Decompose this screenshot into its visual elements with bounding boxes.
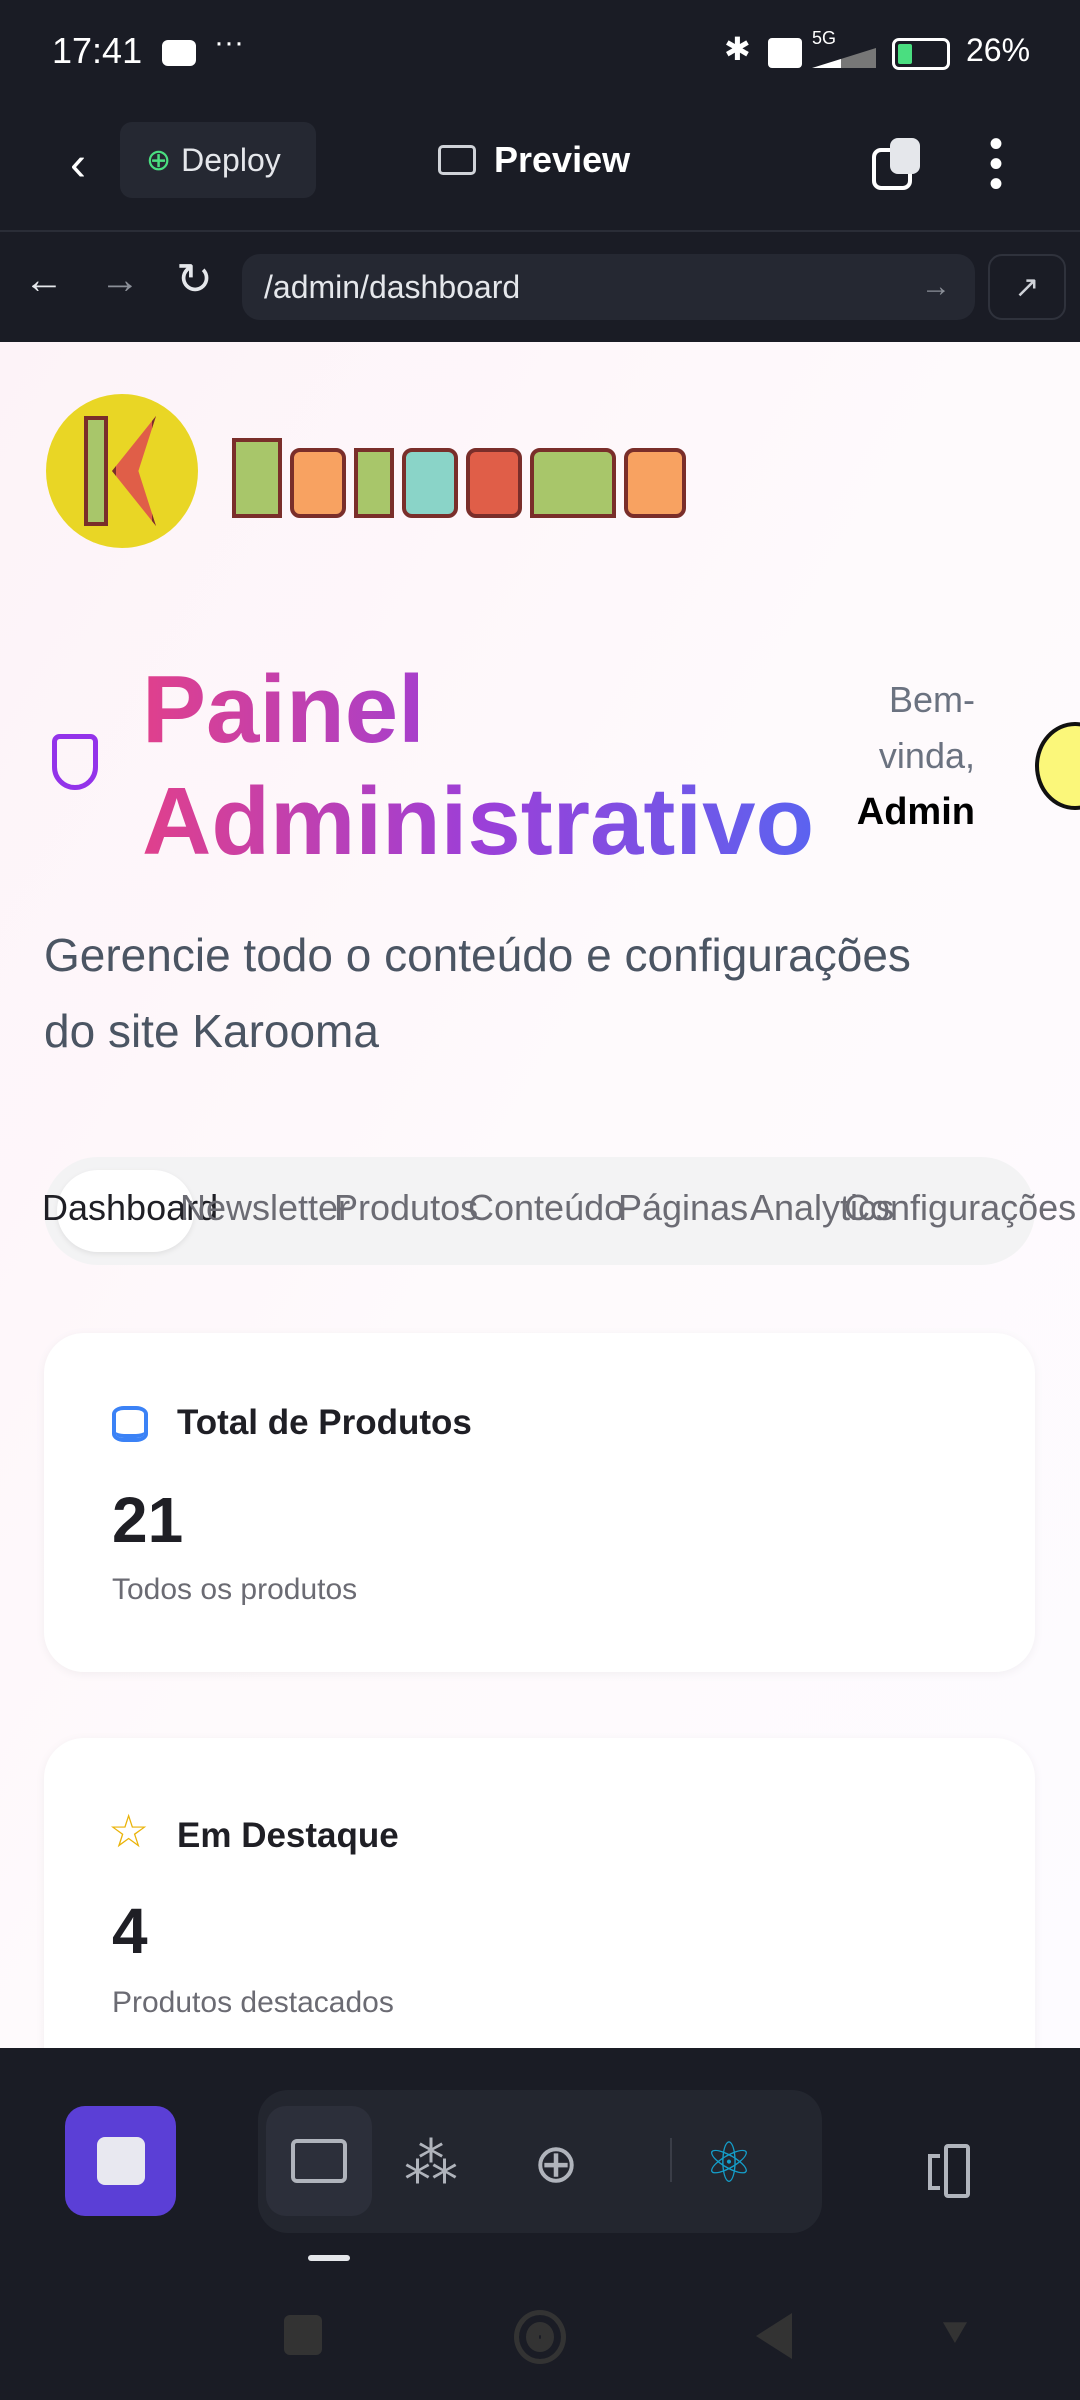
reload-icon[interactable]: ↻ [176, 254, 213, 305]
battery-icon [892, 38, 950, 70]
card-value: 21 [112, 1484, 184, 1556]
nodes-icon[interactable]: ⁂ [398, 2130, 464, 2196]
page-subtitle: Gerencie todo o conteúdo e configurações… [44, 929, 911, 1057]
tab-configuracoes[interactable]: Configurações [844, 1187, 1076, 1229]
preview-title: Preview [438, 132, 630, 188]
page-content: Painel Administrativo Bem- vinda, Admin … [0, 342, 1080, 2048]
more-notifications-icon: ··· [214, 26, 244, 59]
tab-paginas[interactable]: Páginas [618, 1187, 748, 1229]
go-icon[interactable]: → [921, 270, 951, 304]
card-description: Todos os produtos [112, 1573, 358, 1606]
star-icon: ☆ [108, 1805, 150, 1857]
active-indicator [308, 2255, 350, 2261]
signal-bars-icon [812, 48, 876, 68]
tab-newsletter[interactable]: Newsletter [180, 1187, 350, 1229]
status-bar: 17:41 ··· ✱ 5G 26% [0, 0, 1080, 110]
card-value: 4 [112, 1895, 148, 1967]
url-text: /admin/dashboard [264, 268, 521, 305]
shield-icon [52, 734, 98, 790]
preview-label: Preview [494, 139, 631, 180]
youtube-notification-icon [162, 40, 196, 66]
user-name: Admin [856, 791, 975, 833]
greeting: Bem- vinda, Admin [857, 672, 975, 840]
deploy-globe-icon[interactable]: ⊕ [526, 2130, 586, 2196]
deploy-label: Deploy [181, 141, 281, 178]
stat-card-total-produtos: Total de Produtos 21 Todos os produtos [44, 1333, 1035, 1672]
app-header: ‹ ⊕ Deploy Preview • • • [0, 110, 1080, 232]
url-input[interactable]: /admin/dashboard → [242, 254, 975, 320]
stop-button[interactable] [65, 2106, 176, 2216]
bluetooth-icon: ✱ [724, 31, 751, 67]
page-title-line2: Administrativo [142, 768, 815, 875]
page-title-line1: Painel [142, 656, 425, 763]
deploy-button[interactable]: ⊕ Deploy [120, 122, 316, 198]
browser-forward-icon[interactable]: → [100, 258, 140, 303]
assistant-nav-icon[interactable]: ⯆ [934, 2310, 976, 2362]
page-title: Painel Administrativo [142, 660, 814, 872]
stat-card-em-destaque: ☆ Em Destaque 4 Produtos destacados [44, 1738, 1035, 2048]
monitor-icon [438, 145, 476, 175]
recents-nav-icon[interactable] [284, 2315, 322, 2355]
card-title: Total de Produtos [177, 1403, 472, 1442]
tab-conteudo[interactable]: Conteúdo [468, 1187, 624, 1229]
device-rotate-icon[interactable] [928, 2144, 984, 2198]
monitor-icon [291, 2139, 347, 2183]
bottom-toolbar: ⁂ ⊕ ⚛ ⯆ [0, 2048, 1080, 2400]
back-icon[interactable]: ‹ [56, 136, 100, 192]
divider [670, 2138, 672, 2182]
signal-icon: 5G [812, 28, 837, 48]
greeting-line1: Bem- [888, 679, 975, 720]
database-icon [112, 1406, 148, 1442]
browser-toolbar: ← → ↻ /admin/dashboard → ↗ [0, 234, 1080, 342]
react-icon[interactable]: ⚛ [696, 2130, 762, 2196]
logo-wordmark [232, 438, 686, 518]
preview-view-button[interactable] [266, 2106, 372, 2216]
tab-produtos[interactable]: Produtos [334, 1187, 478, 1229]
card-title: Em Destaque [177, 1816, 399, 1855]
stop-icon [96, 2137, 145, 2185]
back-nav-icon[interactable] [756, 2313, 792, 2359]
browser-back-icon[interactable]: ← [24, 258, 64, 303]
tabs-switcher-icon[interactable] [872, 138, 920, 190]
battery-percent: 26% [966, 32, 1031, 68]
avatar[interactable] [1035, 722, 1080, 810]
greeting-line2: vinda, [878, 735, 975, 776]
volte-icon [768, 38, 802, 68]
status-time: 17:41 [52, 30, 143, 71]
admin-tabs: Dashboard Newsletter Produtos Conteúdo P… [42, 1157, 1076, 1265]
logo-k-icon [46, 394, 198, 548]
more-menu-icon[interactable]: • • • [984, 124, 1008, 204]
open-external-button[interactable]: ↗ [988, 254, 1066, 320]
view-switcher: ⁂ ⊕ ⚛ [258, 2090, 822, 2233]
card-description: Produtos destacados [112, 1986, 394, 2019]
deploy-globe-icon: ⊕ [146, 143, 172, 177]
home-nav-icon[interactable] [514, 2310, 566, 2364]
external-link-icon: ↗ [1014, 270, 1040, 304]
